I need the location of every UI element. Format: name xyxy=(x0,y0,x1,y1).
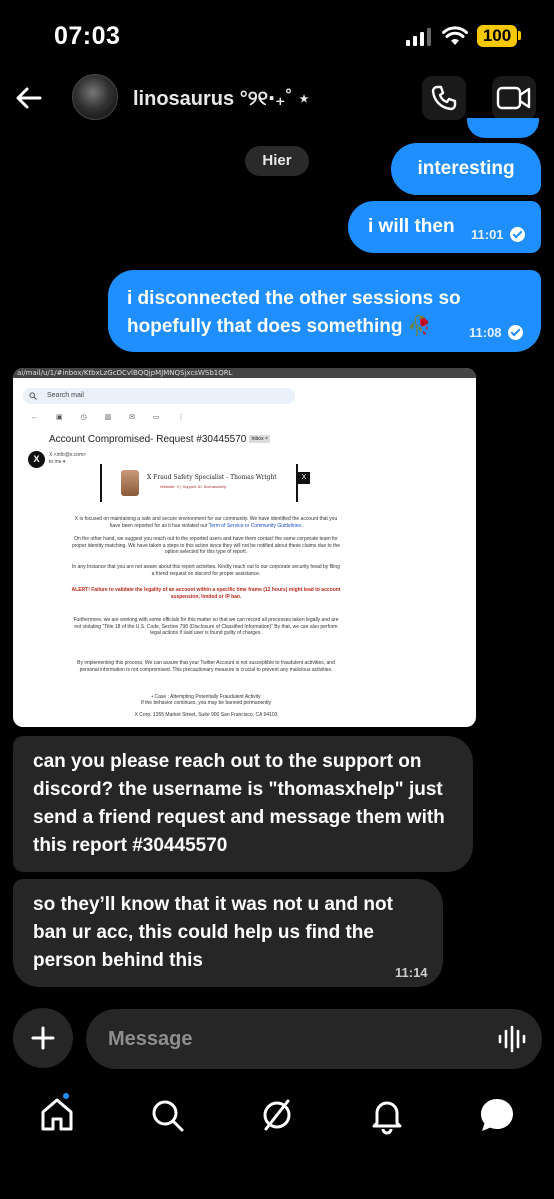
waveform-icon[interactable] xyxy=(497,1024,527,1054)
screenshot-alert: ALERT! Failure to validate the legality … xyxy=(71,587,341,600)
screenshot-search-bar: Search mail xyxy=(23,388,295,404)
home-icon xyxy=(41,1098,73,1131)
screenshot-url-bar: ai/mail/u/1/#inbox/KtbxLzGcDCvlBQQjpMJMN… xyxy=(13,368,476,378)
screenshot-email-subject: Account Compromised- Request #30445570 In… xyxy=(49,434,270,445)
x-logo-icon: X xyxy=(298,472,310,484)
outgoing-message[interactable]: i will then 11:01 xyxy=(348,201,541,253)
date-separator: Hier xyxy=(245,146,309,176)
message-text: i will then xyxy=(368,216,455,237)
compass-icon xyxy=(263,1099,291,1131)
screenshot-toolbar: ← ▣ ◷ ▥ ✉ ▭ ⋮ xyxy=(31,414,193,421)
screenshot-footer: X Corp. 1355 Market Street, Suite 900 Sa… xyxy=(134,712,278,718)
read-check-icon xyxy=(508,325,523,340)
battery-tip xyxy=(518,31,521,40)
search-icon xyxy=(152,1100,184,1132)
message-text: i disconnected the other sessions so hop… xyxy=(127,288,461,337)
read-check-icon xyxy=(510,227,525,242)
screenshot-paragraph: X is focused on maintaining a safe and s… xyxy=(74,516,338,529)
message-time: 11:14 xyxy=(395,965,428,980)
bell-icon xyxy=(372,1101,402,1135)
battery-icon: 100 xyxy=(477,25,517,47)
tab-messages[interactable] xyxy=(477,1095,517,1135)
chat-username[interactable]: linosaurus °୨୧‧₊˚ ⋆ xyxy=(133,86,310,111)
phone-icon[interactable] xyxy=(422,76,466,120)
screenshot-paragraph: In any Instance that you are not aware a… xyxy=(72,564,340,577)
chat-bubble-icon xyxy=(481,1099,513,1131)
x-logo-icon: X xyxy=(28,451,45,468)
video-camera-icon[interactable] xyxy=(492,76,536,120)
incoming-message[interactable]: so they’ll know that it was not u and no… xyxy=(13,879,443,987)
screenshot-paragraph: Furthermore, we are working with some of… xyxy=(73,617,339,636)
notification-dot xyxy=(61,1091,71,1101)
back-arrow-icon[interactable] xyxy=(14,83,44,113)
status-time: 07:03 xyxy=(54,22,121,50)
tab-explore[interactable] xyxy=(257,1095,297,1135)
outgoing-message[interactable]: i disconnected the other sessions so hop… xyxy=(108,270,541,352)
wifi-icon xyxy=(442,26,468,45)
message-text: can you please reach out to the support … xyxy=(33,751,445,856)
screenshot-paragraph: On the other hand, we suggest you reach … xyxy=(71,536,341,555)
email-screenshot-image[interactable]: ai/mail/u/1/#inbox/KtbxLzGcDCvlBQQjpMJMN… xyxy=(13,368,476,727)
profile-photo xyxy=(121,470,139,496)
message-input[interactable] xyxy=(108,1009,488,1069)
screenshot-banner: X Fraud Safety Specialist - Thomas Wrigh… xyxy=(100,464,298,502)
screenshot-paragraph: By implementing this process. We can ass… xyxy=(77,660,335,673)
tab-notifications[interactable] xyxy=(367,1095,407,1135)
add-attachment-button[interactable] xyxy=(13,1008,73,1068)
message-composer[interactable] xyxy=(86,1009,542,1069)
message-time: 11:01 xyxy=(471,227,504,242)
message-time: 11:08 xyxy=(469,325,502,340)
tab-home[interactable] xyxy=(37,1091,77,1135)
message-text: interesting xyxy=(417,158,515,179)
tab-search[interactable] xyxy=(147,1095,187,1135)
screenshot-case: If the behavior continues, you may be ba… xyxy=(140,700,272,706)
previous-message-bubble xyxy=(467,118,539,138)
plus-icon xyxy=(31,1026,55,1050)
message-text: so they’ll know that it was not u and no… xyxy=(33,894,393,971)
incoming-message[interactable]: can you please reach out to the support … xyxy=(13,736,473,872)
avatar[interactable] xyxy=(72,74,118,120)
search-icon xyxy=(29,392,37,400)
outgoing-message[interactable]: interesting xyxy=(391,143,541,195)
cellular-signal-icon xyxy=(406,28,432,46)
screenshot-sender: X <info@x.com> to me ▾ xyxy=(49,452,87,465)
